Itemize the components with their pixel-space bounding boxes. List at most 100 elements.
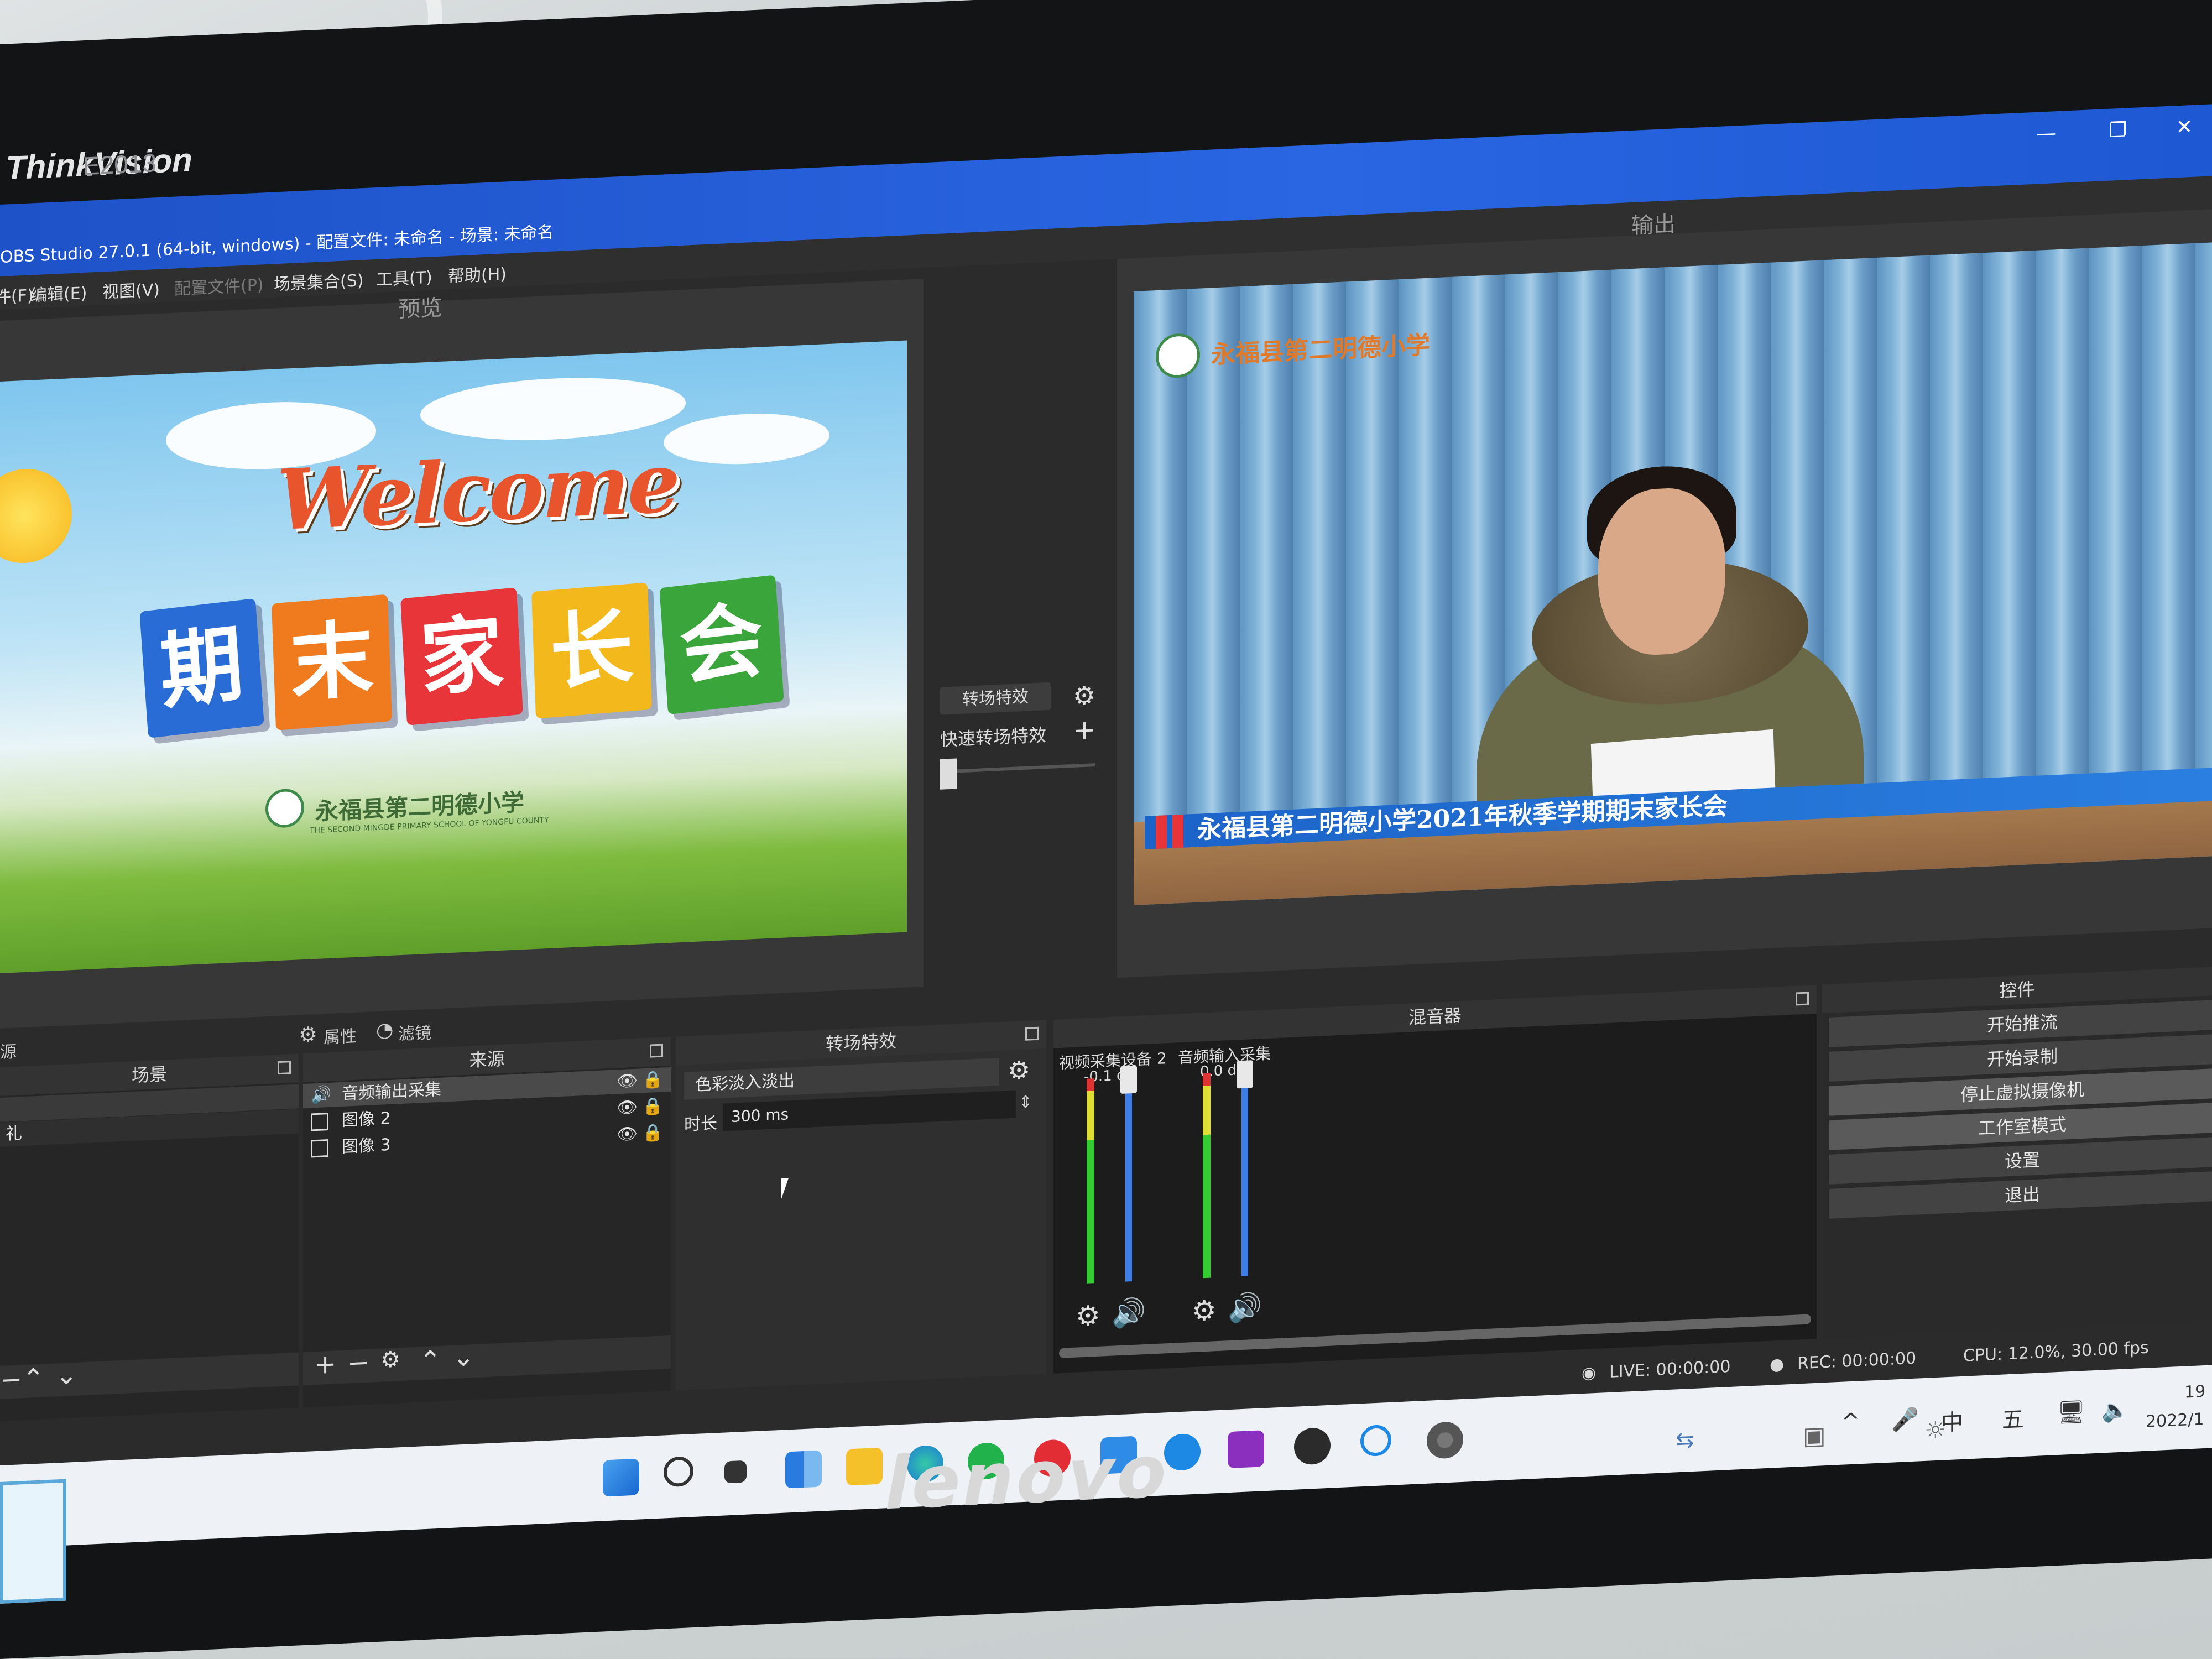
widgets-icon[interactable] xyxy=(785,1450,822,1489)
sticker-note xyxy=(0,1479,66,1604)
transitions-dock: 转场特效 色彩淡入淡出 ⚙ 时长 300 ms ⇕ xyxy=(676,1020,1046,1391)
menu-scene-collection[interactable]: 场景集合(S) xyxy=(274,267,363,295)
quick-transition-label: 快速转场特效 xyxy=(940,724,1047,750)
menu-tools[interactable]: 工具(T) xyxy=(376,264,432,291)
rec-status-icon: ● xyxy=(1770,1354,1785,1375)
mixer-dock: 混音器 视频采集设备 2 -0.1 dB ⚙ 🔊 音频输入采集 0.0 dB ⚙… xyxy=(1053,984,1817,1374)
lock-icon[interactable]: 🔒 xyxy=(643,1121,663,1146)
clock-time[interactable]: 19 xyxy=(2184,1382,2205,1402)
add-quick-transition-icon[interactable]: + xyxy=(1073,713,1096,747)
transition-button[interactable]: 转场特效 xyxy=(940,682,1051,715)
school-logo xyxy=(265,788,304,829)
lock-icon[interactable]: 🔒 xyxy=(643,1068,663,1093)
preview-canvas[interactable]: Welcome 期 末 家 长 会 永福县第二明德小学 THE SECOND M… xyxy=(0,340,907,973)
menu-profile[interactable]: 配置文件(P) xyxy=(174,271,264,299)
microphone-icon[interactable]: 🎤 xyxy=(1891,1406,1919,1433)
onenote-icon[interactable] xyxy=(1228,1430,1264,1469)
move-up-icon[interactable]: ⌃ xyxy=(22,1363,44,1395)
cloud xyxy=(420,372,686,446)
close-button[interactable]: ✕ xyxy=(2162,110,2206,145)
speaker-icon[interactable]: 🔊 xyxy=(1228,1291,1262,1325)
windows-start-icon[interactable] xyxy=(603,1458,639,1497)
controls-title: 控件 xyxy=(1999,978,2035,1001)
duration-spinner-icon[interactable]: ⇕ xyxy=(1019,1092,1032,1112)
properties-gear-icon[interactable]: ⚙ xyxy=(299,1022,317,1047)
transition-gear-icon[interactable]: ⚙ xyxy=(1008,1055,1030,1086)
properties-button[interactable]: 属性 xyxy=(324,1022,357,1048)
clock-date[interactable]: 2022/1 xyxy=(2146,1410,2204,1432)
undock-icon[interactable] xyxy=(278,1061,291,1075)
welcome-title: Welcome xyxy=(276,434,679,550)
file-explorer-icon[interactable] xyxy=(846,1447,883,1486)
transition-slider-handle[interactable] xyxy=(940,758,957,790)
lock-icon[interactable]: 🔒 xyxy=(643,1094,663,1120)
undock-icon[interactable] xyxy=(650,1044,663,1058)
duration-input[interactable]: 300 ms xyxy=(723,1090,1016,1131)
volume-meter xyxy=(1087,1078,1094,1284)
scenes-title: 场景 xyxy=(131,1063,167,1087)
volume-icon[interactable]: 🔈 xyxy=(2101,1396,2129,1423)
image-icon xyxy=(311,1113,328,1131)
filters-icon[interactable]: ◔ xyxy=(376,1019,393,1042)
chat-icon[interactable] xyxy=(1360,1424,1391,1457)
source-settings-gear-icon[interactable]: ⚙ xyxy=(380,1347,400,1373)
tray-chevron-icon[interactable]: ^ xyxy=(1841,1408,1860,1435)
title-block: 期 xyxy=(139,598,264,738)
maximize-button[interactable]: ❐ xyxy=(2096,113,2140,148)
title-block: 长 xyxy=(531,582,652,719)
obs-icon[interactable] xyxy=(1294,1427,1331,1465)
screen: OBS Studio 27.0.1 (64-bit, windows) - 配置… xyxy=(0,104,2212,1548)
banner-tag-red xyxy=(1172,814,1183,848)
search-icon[interactable] xyxy=(664,1456,693,1488)
title-blocks: 期 末 家 长 会 xyxy=(139,575,785,752)
remove-scene-icon[interactable]: − xyxy=(0,1364,22,1396)
volume-fader-knob[interactable] xyxy=(1237,1060,1253,1089)
mixer-gear-icon[interactable]: ⚙ xyxy=(1076,1300,1100,1333)
sun-icon xyxy=(0,467,72,565)
settings-icon[interactable] xyxy=(1427,1421,1463,1459)
mixer-header: 混音器 xyxy=(1053,984,1817,1048)
filters-button[interactable]: 滤镜 xyxy=(398,1019,431,1045)
speaker-icon[interactable]: 🔊 xyxy=(1112,1296,1146,1331)
move-down-icon[interactable]: ⌄ xyxy=(55,1359,77,1391)
program-canvas: 永福县第二明德小学 永福县第二明德小学2021年秋季学期期末家长会 xyxy=(1134,242,2212,905)
undock-icon[interactable] xyxy=(1796,992,1809,1006)
title-block: 末 xyxy=(272,594,392,731)
image-icon xyxy=(311,1139,328,1158)
menu-file[interactable]: 文件(F) xyxy=(0,281,34,309)
volume-fader-knob[interactable] xyxy=(1120,1065,1137,1094)
live-timer: LIVE: 00:00:00 xyxy=(1609,1357,1731,1382)
move-down-icon[interactable]: ⌄ xyxy=(452,1341,474,1373)
preview-pane[interactable]: 预览 Welcome 期 末 家 长 会 永福县第二明德小学 THE SECON… xyxy=(0,279,924,1029)
menu-edit[interactable]: 编辑(E) xyxy=(30,279,87,306)
network-icon[interactable]: 🖥 xyxy=(2057,1399,2085,1426)
menu-help[interactable]: 帮助(H) xyxy=(448,260,507,287)
menu-view[interactable]: 视图(V) xyxy=(102,276,160,303)
task-view-icon[interactable] xyxy=(724,1460,747,1484)
volume-fader[interactable] xyxy=(1125,1071,1132,1282)
add-source-icon[interactable]: + xyxy=(314,1348,336,1380)
minimize-button[interactable]: — xyxy=(2024,116,2068,152)
gear-icon[interactable]: ⚙ xyxy=(1073,680,1095,711)
controls-dock: 控件 开始推流 开始录制 停止虚拟摄像机 工作室模式 设置 退出 xyxy=(1822,967,2212,1339)
transitions-title: 转场特效 xyxy=(825,1030,896,1055)
transition-slider[interactable] xyxy=(946,763,1095,774)
monitor-menu-icon[interactable]: ▣ xyxy=(1803,1421,1826,1451)
remove-source-icon[interactable]: − xyxy=(347,1347,369,1379)
speaker-icon: 🔊 xyxy=(311,1084,332,1105)
visibility-eye-icon[interactable]: 👁 xyxy=(617,1095,638,1121)
brightness-icon[interactable]: ☼ xyxy=(1924,1416,1946,1445)
undock-icon[interactable] xyxy=(1025,1026,1039,1041)
move-up-icon[interactable]: ⌃ xyxy=(419,1345,441,1377)
mixer-gear-icon[interactable]: ⚙ xyxy=(1192,1294,1217,1327)
ie-icon[interactable] xyxy=(1164,1433,1201,1472)
program-pane: 输出 永福县第二明德小学 永福县第二明德小学2021年秋季学期期末家长会 xyxy=(1117,209,2212,978)
source-name: 音频输出采集 xyxy=(342,1079,441,1104)
visibility-eye-icon[interactable]: 👁 xyxy=(617,1069,638,1094)
ime-wubi-indicator[interactable]: 五 xyxy=(2002,1401,2024,1434)
input-source-icon[interactable]: ⇆ xyxy=(1676,1427,1694,1454)
mouse-cursor-icon xyxy=(781,1178,789,1201)
visibility-eye-icon[interactable]: 👁 xyxy=(617,1122,638,1147)
sources-dock: 来源 🔊 音频输出采集 👁 🔒 图像 2 👁 🔒 图像 3 👁 🔒 + − ⚙ … xyxy=(303,1036,671,1408)
volume-fader[interactable] xyxy=(1241,1066,1248,1277)
